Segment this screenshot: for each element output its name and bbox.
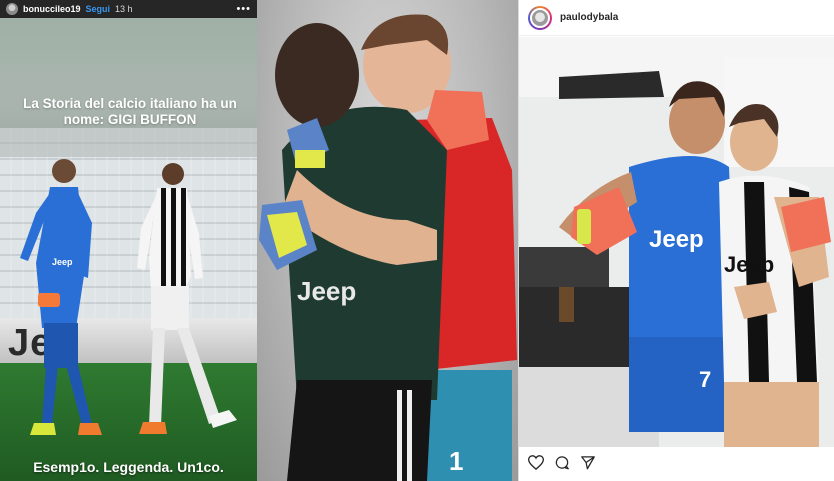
story-username[interactable]: bonuccileo19 xyxy=(23,4,81,14)
hug-photo: Jeep 1 xyxy=(257,0,518,481)
hug-illustration: Jeep 1 xyxy=(259,14,517,481)
story-bottom-text: Esemp1o. Leggenda. Un1co. xyxy=(33,459,224,475)
more-options-icon[interactable]: ••• xyxy=(236,3,251,15)
player-bonucci xyxy=(137,163,237,434)
post-photo: Jeep 7 Jeep xyxy=(519,37,834,447)
post-actions-bar xyxy=(528,455,596,470)
story-avatar[interactable] xyxy=(6,3,18,15)
story-caption: La Storia del calcio italiano ha un nome… xyxy=(23,96,237,127)
dressing-room-illustration: Jeep 7 Jeep xyxy=(519,37,834,447)
hug-jersey-text: Jeep xyxy=(297,276,356,306)
heart-icon[interactable] xyxy=(528,455,544,470)
post-jersey-text-right: Jeep xyxy=(724,252,774,277)
story-header: bonuccileo19 Segui 13 h ••• xyxy=(0,0,257,18)
post-jersey-text-left: Jeep xyxy=(649,226,704,253)
share-icon[interactable] xyxy=(580,455,596,470)
player-buffon: Jeep xyxy=(20,159,102,435)
story-timestamp: 13 h xyxy=(115,4,133,14)
story-photo: Jee Jeep La Storia del calcio italiano h… xyxy=(0,18,257,481)
avatar xyxy=(530,7,550,28)
hug-number: 1 xyxy=(449,446,463,476)
post-number-left: 7 xyxy=(699,367,711,392)
avatar-story-ring[interactable] xyxy=(528,5,552,30)
player-jersey-text: Jeep xyxy=(52,257,73,267)
post-username[interactable]: paulodybala xyxy=(560,12,618,23)
story-panel: bonuccileo19 Segui 13 h ••• Jee Jeep La … xyxy=(0,0,257,481)
comment-icon[interactable] xyxy=(554,455,570,470)
follow-button[interactable]: Segui xyxy=(86,4,111,14)
post-header: paulodybala xyxy=(519,0,834,36)
instagram-post: paulodybala Jeep 7 Jeep xyxy=(518,0,834,481)
